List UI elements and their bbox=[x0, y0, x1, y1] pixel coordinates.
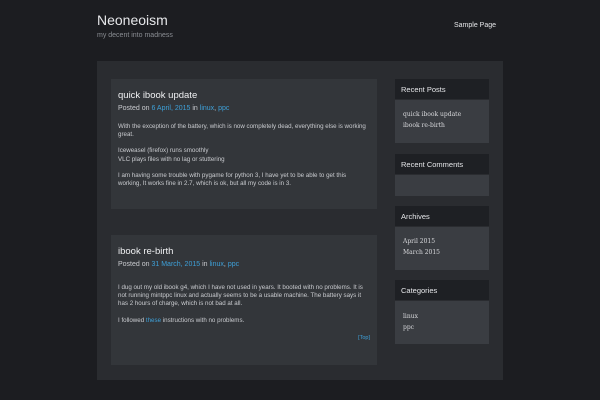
back-to-top-link[interactable]: [Top] bbox=[358, 335, 370, 341]
site-description: my decent into madness bbox=[97, 32, 173, 39]
in-label: in bbox=[192, 105, 198, 112]
category-separator: , bbox=[223, 261, 226, 268]
post-date-link[interactable]: 6 April, 2015 bbox=[151, 105, 190, 112]
posted-on-label: Posted on bbox=[118, 261, 150, 268]
widget-recent-posts: quick ibook update ibook re-birth bbox=[395, 100, 489, 143]
these-instructions-link[interactable]: these bbox=[146, 317, 161, 324]
nav-sample-page-link[interactable]: Sample Page bbox=[454, 22, 496, 29]
widget-categories-header: Categories bbox=[395, 280, 489, 300]
content-container: quick ibook update Posted on 6 April, 20… bbox=[97, 61, 503, 380]
category-separator: , bbox=[214, 105, 217, 112]
category-link[interactable]: ppc bbox=[395, 322, 489, 333]
category-link[interactable]: linux bbox=[395, 311, 489, 322]
post-content: I dug out my old ibook g4, which I have … bbox=[118, 284, 369, 333]
post-paragraph: Iceweasel (firefox) runs smoothly VLC pla… bbox=[118, 147, 225, 163]
post-card: quick ibook update Posted on 6 April, 20… bbox=[111, 79, 377, 209]
widget-archives-header: Archives bbox=[395, 206, 489, 226]
post-paragraph: With the exception of the battery, which… bbox=[118, 123, 366, 139]
archive-link[interactable]: March 2015 bbox=[395, 247, 489, 258]
post-meta: Posted on 6 April, 2015 in linux, ppc bbox=[118, 105, 229, 112]
archive-link[interactable]: April 2015 bbox=[395, 236, 489, 247]
category-link-ppc[interactable]: ppc bbox=[218, 105, 229, 112]
post-paragraph: I am having some trouble with pygame for… bbox=[118, 171, 347, 188]
post-card: ibook re-birth Posted on 31 March, 2015 … bbox=[111, 235, 377, 365]
post-paragraph: I dug out my old ibook g4, which I have … bbox=[118, 284, 363, 308]
post-meta: Posted on 31 March, 2015 in linux, ppc bbox=[118, 261, 239, 268]
posted-on-label: Posted on bbox=[118, 105, 150, 112]
post-title-link[interactable]: quick ibook update bbox=[118, 90, 197, 101]
category-link-linux[interactable]: linux bbox=[210, 261, 224, 268]
post-date-link[interactable]: 31 March, 2015 bbox=[151, 261, 200, 268]
widget-categories: linux ppc bbox=[395, 301, 489, 344]
recent-post-link[interactable]: quick ibook update bbox=[395, 109, 489, 120]
post-title-link[interactable]: ibook re-birth bbox=[118, 246, 173, 257]
category-link-linux[interactable]: linux bbox=[200, 105, 214, 112]
widget-archives: April 2015 March 2015 bbox=[395, 227, 489, 270]
widget-recent-posts-header: Recent Posts bbox=[395, 79, 489, 99]
widget-recent-comments-header: Recent Comments bbox=[395, 154, 489, 174]
post-content: With the exception of the battery, which… bbox=[118, 123, 369, 196]
in-label: in bbox=[202, 261, 208, 268]
site-title[interactable]: Neoneoism bbox=[97, 12, 168, 28]
post-paragraph: I followed these instructions with no pr… bbox=[118, 316, 245, 324]
recent-post-link[interactable]: ibook re-birth bbox=[395, 120, 489, 131]
widget-recent-comments bbox=[395, 175, 489, 196]
category-link-ppc[interactable]: ppc bbox=[228, 261, 239, 268]
